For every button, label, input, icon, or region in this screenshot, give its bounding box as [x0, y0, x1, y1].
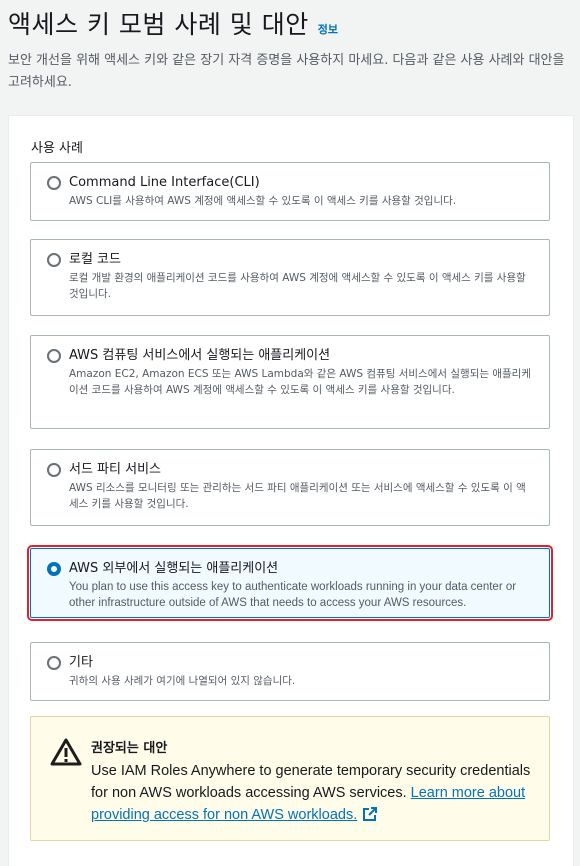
option-title: AWS 외부에서 실행되는 애플리케이션	[69, 561, 279, 576]
info-link[interactable]: 정보	[318, 21, 338, 37]
option-description: Amazon EC2, Amazon ECS 또는 AWS Lambda와 같은…	[69, 368, 531, 396]
use-case-option-third-party[interactable]: 서드 파티 서비스 AWS 리소스를 모니터링 또는 관리하는 서드 파티 애플…	[30, 449, 550, 526]
option-title: 로컬 코드	[69, 252, 121, 267]
use-case-option-outside-aws[interactable]: AWS 외부에서 실행되는 애플리케이션 You plan to use thi…	[27, 545, 553, 621]
option-description: 귀하의 사용 사례가 여기에 나열되어 있지 않습니다.	[69, 675, 296, 687]
option-title: AWS 컴퓨팅 서비스에서 실행되는 애플리케이션	[69, 348, 331, 363]
option-description: 로컬 개발 환경의 애플리케이션 코드를 사용하여 AWS 계정에 액세스할 수…	[69, 272, 526, 300]
use-case-panel: 사용 사례 Command Line Interface(CLI) AWS CL…	[8, 115, 574, 866]
use-case-label: 사용 사례	[31, 141, 83, 156]
recommended-alternative-alert: 권장되는 대안 Use IAM Roles Anywhere to genera…	[30, 716, 550, 841]
option-title: Command Line Interface(CLI)	[69, 175, 260, 190]
radio-button[interactable]	[47, 349, 61, 363]
page-description: 보안 개선을 위해 액세스 키와 같은 장기 자격 증명을 사용하지 마세요. …	[8, 53, 565, 90]
option-description: AWS CLI를 사용하여 AWS 계정에 액세스할 수 있도록 이 액세스 키…	[69, 195, 457, 207]
radio-button[interactable]	[47, 176, 61, 190]
external-link-icon[interactable]	[363, 807, 378, 821]
radio-button[interactable]	[47, 253, 61, 267]
alert-title: 권장되는 대안	[91, 741, 168, 756]
radio-button[interactable]	[47, 463, 61, 477]
option-description: You plan to use this access key to authe…	[69, 581, 517, 609]
page-header: 액세스 키 모범 사례 및 대안 정보	[8, 8, 576, 42]
use-case-option-aws-compute[interactable]: AWS 컴퓨팅 서비스에서 실행되는 애플리케이션 Amazon EC2, Am…	[30, 335, 550, 429]
radio-button[interactable]	[47, 656, 61, 670]
use-case-option-local-code[interactable]: 로컬 코드 로컬 개발 환경의 애플리케이션 코드를 사용하여 AWS 계정에 …	[30, 239, 550, 316]
use-case-option-cli[interactable]: Command Line Interface(CLI) AWS CLI를 사용하…	[30, 162, 550, 221]
option-description: AWS 리소스를 모니터링 또는 관리하는 서드 파티 애플리케이션 또는 서비…	[69, 482, 526, 510]
radio-button-selected[interactable]	[47, 562, 61, 576]
warning-icon	[50, 738, 82, 766]
option-title: 서드 파티 서비스	[69, 462, 161, 477]
option-title: 기타	[69, 655, 93, 670]
page-title: 액세스 키 모범 사례 및 대안	[8, 10, 309, 39]
use-case-option-other[interactable]: 기타 귀하의 사용 사례가 여기에 나열되어 있지 않습니다.	[30, 642, 550, 701]
alert-body: Use IAM Roles Anywhere to generate tempo…	[91, 760, 531, 826]
